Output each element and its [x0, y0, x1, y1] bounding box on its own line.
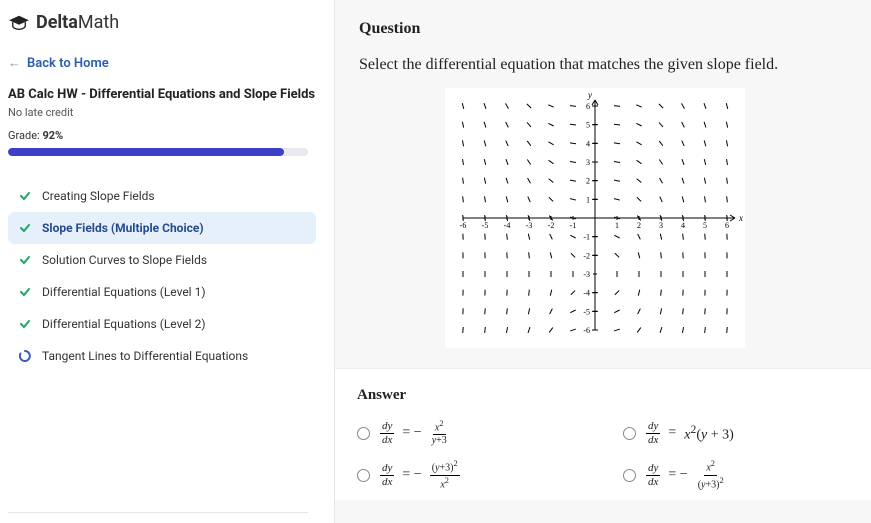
svg-text:1: 1: [586, 195, 590, 204]
svg-text:-1: -1: [570, 221, 577, 230]
svg-text:2: 2: [586, 177, 590, 186]
svg-text:3: 3: [586, 158, 590, 167]
check-icon: [18, 318, 32, 330]
svg-text:-2: -2: [583, 251, 590, 260]
grad-cap-icon: [8, 14, 30, 32]
svg-text:-6: -6: [460, 221, 467, 230]
svg-text:-3: -3: [526, 221, 533, 230]
topic-item[interactable]: Tangent Lines to Differential Equations: [8, 340, 316, 372]
topic-label: Solution Curves to Slope Fields: [42, 253, 207, 267]
radio-icon: [357, 427, 370, 440]
svg-text:6: 6: [725, 221, 729, 230]
back-link-label: Back to Home: [27, 56, 109, 71]
svg-text:-1: -1: [583, 233, 590, 242]
choice-b[interactable]: dydx = x2(y + 3): [623, 420, 849, 446]
topic-label: Tangent Lines to Differential Equations: [42, 349, 248, 363]
check-icon: [18, 254, 32, 266]
check-icon: [18, 190, 32, 202]
choice-c[interactable]: dydx = − (y+3)2x2: [357, 460, 583, 490]
sidebar-divider: [8, 512, 308, 513]
svg-text:-3: -3: [583, 270, 590, 279]
svg-text:4: 4: [681, 221, 685, 230]
svg-text:-6: -6: [583, 326, 590, 335]
svg-text:-4: -4: [504, 221, 511, 230]
radio-icon: [623, 469, 636, 482]
topic-label: Differential Equations (Level 2): [42, 317, 206, 331]
topic-label: Slope Fields (Multiple Choice): [42, 221, 204, 235]
topic-item[interactable]: Differential Equations (Level 1): [8, 276, 316, 308]
svg-text:5: 5: [586, 121, 590, 130]
back-to-home-link[interactable]: ← Back to Home: [8, 49, 334, 87]
topic-item[interactable]: Slope Fields (Multiple Choice): [8, 212, 316, 244]
choice-d[interactable]: dydx = − x2(y+3)2: [623, 460, 849, 490]
check-icon: [18, 286, 32, 298]
brand-logo[interactable]: DeltaMath: [8, 10, 334, 49]
topic-item[interactable]: Creating Slope Fields: [8, 180, 316, 212]
grade-display: Grade: 92%: [8, 129, 334, 148]
svg-text:5: 5: [703, 221, 707, 230]
spinner-icon: [18, 350, 32, 362]
svg-text:-4: -4: [583, 289, 590, 298]
slope-field-figure: x y -6 -5 -4 -3 -2 -1 1 2 3 4 5 6 -6 -5 -4 -3 -2 -1 1 2 3 4 5 6: [359, 88, 831, 348]
svg-text:-2: -2: [548, 221, 555, 230]
topic-list: Creating Slope Fields Slope Fields (Multi…: [8, 180, 334, 372]
topic-label: Differential Equations (Level 1): [42, 285, 206, 299]
brand-text: DeltaMath: [36, 12, 119, 33]
answer-heading: Answer: [357, 387, 849, 404]
topic-label: Creating Slope Fields: [42, 189, 155, 203]
svg-text:x: x: [738, 213, 743, 223]
answer-section: Answer dydx = − x2y+3 dydx = x2(y + 3): [335, 368, 871, 500]
answer-choices: dydx = − x2y+3 dydx = x2(y + 3): [357, 420, 849, 490]
svg-text:4: 4: [586, 139, 590, 148]
sidebar: DeltaMath ← Back to Home AB Calc HW - Di…: [0, 0, 335, 523]
assignment-title: AB Calc HW - Differential Equations and …: [8, 87, 334, 106]
main-panel: Question Select the differential equatio…: [335, 0, 871, 523]
check-icon: [18, 222, 32, 234]
svg-text:1: 1: [615, 221, 619, 230]
svg-text:2: 2: [637, 221, 641, 230]
choice-a[interactable]: dydx = − x2y+3: [357, 420, 583, 446]
progress-bar: [8, 148, 308, 156]
question-heading: Question: [359, 20, 831, 38]
arrow-left-icon: ←: [8, 55, 21, 71]
topic-item[interactable]: Solution Curves to Slope Fields: [8, 244, 316, 276]
radio-icon: [357, 469, 370, 482]
svg-text:y: y: [587, 90, 592, 100]
question-prompt: Select the differential equation that ma…: [359, 56, 831, 74]
topic-item[interactable]: Differential Equations (Level 2): [8, 308, 316, 340]
svg-text:6: 6: [586, 102, 590, 111]
credit-note: No late credit: [8, 106, 334, 129]
svg-text:-5: -5: [583, 307, 590, 316]
radio-icon: [623, 427, 636, 440]
svg-text:3: 3: [659, 221, 663, 230]
svg-text:-5: -5: [482, 221, 489, 230]
